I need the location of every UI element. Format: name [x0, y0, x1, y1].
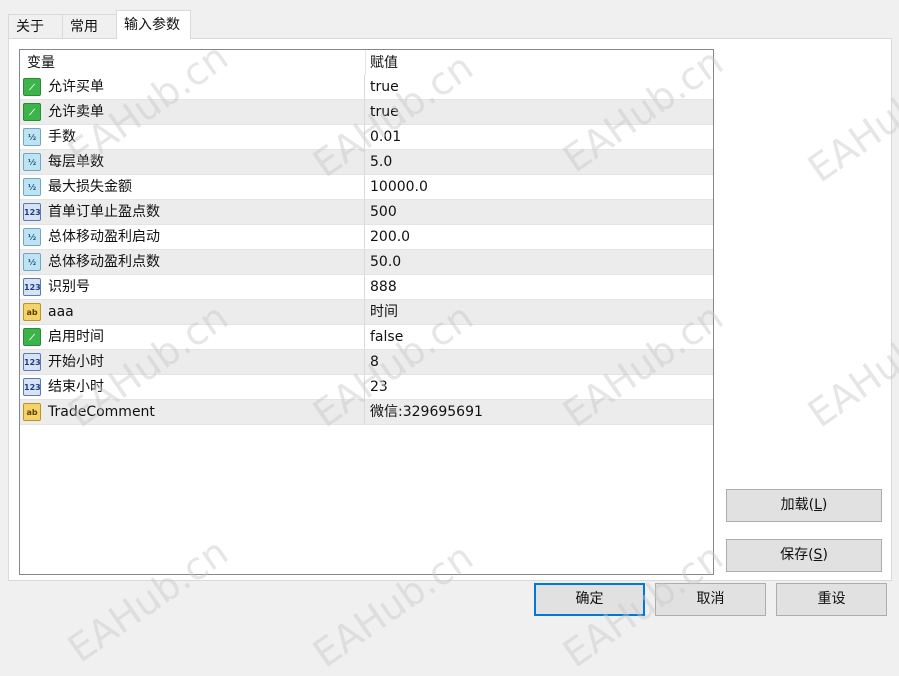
parameter-value[interactable]: 50.0 [370, 250, 401, 274]
parameter-row[interactable]: ab TradeComment 微信:329695691 [20, 400, 713, 425]
int-icon: 123 [23, 378, 41, 396]
string-icon: ab [23, 303, 41, 321]
int-icon: 123 [23, 278, 41, 296]
parameter-name-cell: ½ 手数 [20, 125, 365, 149]
string-icon: ab [23, 403, 41, 421]
parameter-name: 手数 [48, 129, 76, 145]
load-button-label-end: ) [821, 497, 828, 513]
column-divider[interactable] [365, 50, 366, 75]
double-icon: ½ [23, 128, 41, 146]
parameters-grid[interactable]: 变量 赋值 ⟋ 允许买单 true ⟋ 允许卖单 true ½ 手数 0.01 ½ 每层单数 5.0 ½… [19, 49, 714, 575]
bool-icon: ⟋ [23, 103, 41, 121]
parameter-name: 总体移动盈利启动 [48, 229, 160, 245]
parameter-value[interactable]: 时间 [370, 300, 398, 324]
parameter-value[interactable]: true [370, 100, 399, 124]
cancel-button[interactable]: 取消 [655, 583, 766, 616]
int-icon: 123 [23, 203, 41, 221]
reset-button[interactable]: 重设 [776, 583, 887, 616]
parameter-name: 总体移动盈利点数 [48, 254, 160, 270]
save-button-label-end: ) [822, 547, 828, 563]
save-button-label: 保存( [780, 547, 814, 563]
parameter-name: 结束小时 [48, 379, 104, 395]
double-icon: ½ [23, 153, 41, 171]
parameter-row[interactable]: ½ 手数 0.01 [20, 125, 713, 150]
load-button[interactable]: 加载(L) [726, 489, 882, 522]
parameter-name-cell: 123 开始小时 [20, 350, 365, 374]
parameter-name-cell: ⟋ 允许卖单 [20, 100, 365, 124]
parameter-value[interactable]: 0.01 [370, 125, 401, 149]
parameter-name-cell: 123 识别号 [20, 275, 365, 299]
parameter-value[interactable]: 200.0 [370, 225, 410, 249]
parameter-name: 每层单数 [48, 154, 104, 170]
bool-icon: ⟋ [23, 328, 41, 346]
parameter-name-cell: ab aaa [20, 300, 365, 324]
parameter-name-cell: ½ 总体移动盈利点数 [20, 250, 365, 274]
column-header-variable[interactable]: 变量 [27, 50, 55, 76]
parameter-row[interactable]: ½ 总体移动盈利启动 200.0 [20, 225, 713, 250]
double-icon: ½ [23, 228, 41, 246]
parameter-row[interactable]: ⟋ 启用时间 false [20, 325, 713, 350]
tab-common[interactable]: 常用 [62, 14, 117, 38]
parameter-name: 开始小时 [48, 354, 104, 370]
parameter-name: 最大损失金额 [48, 179, 132, 195]
double-icon: ½ [23, 253, 41, 271]
parameter-row[interactable]: ½ 每层单数 5.0 [20, 150, 713, 175]
parameter-value[interactable]: false [370, 325, 403, 349]
parameter-value[interactable]: true [370, 75, 399, 99]
int-icon: 123 [23, 353, 41, 371]
parameter-name-cell: ½ 总体移动盈利启动 [20, 225, 365, 249]
grid-header: 变量 赋值 [20, 50, 713, 75]
parameter-row[interactable]: ⟋ 允许卖单 true [20, 100, 713, 125]
parameter-name: aaa [48, 304, 74, 320]
tab-about[interactable]: 关于 [8, 14, 63, 38]
parameter-name: 启用时间 [48, 329, 104, 345]
parameter-row[interactable]: 123 开始小时 8 [20, 350, 713, 375]
tab-input-parameters[interactable]: 输入参数 [116, 10, 191, 39]
column-header-value[interactable]: 赋值 [370, 50, 398, 76]
load-button-label: 加载( [780, 497, 815, 513]
save-button[interactable]: 保存(S) [726, 539, 882, 572]
bool-icon: ⟋ [23, 78, 41, 96]
parameter-name: 首单订单止盈点数 [48, 204, 160, 220]
parameter-value[interactable]: 5.0 [370, 150, 392, 174]
parameter-value[interactable]: 8 [370, 350, 379, 374]
ok-button[interactable]: 确定 [534, 583, 645, 616]
parameter-row[interactable]: 123 识别号 888 [20, 275, 713, 300]
parameter-name-cell: ½ 每层单数 [20, 150, 365, 174]
parameter-name: 识别号 [48, 279, 90, 295]
parameter-name-cell: ab TradeComment [20, 400, 365, 424]
parameter-row[interactable]: 123 首单订单止盈点数 500 [20, 200, 713, 225]
parameter-value[interactable]: 10000.0 [370, 175, 428, 199]
parameter-name-cell: 123 首单订单止盈点数 [20, 200, 365, 224]
load-button-hotkey: L [814, 497, 822, 513]
parameter-name-cell: ⟋ 允许买单 [20, 75, 365, 99]
parameter-row[interactable]: ab aaa 时间 [20, 300, 713, 325]
parameter-name: 允许买单 [48, 79, 104, 95]
parameter-row[interactable]: ½ 总体移动盈利点数 50.0 [20, 250, 713, 275]
parameter-name-cell: ½ 最大损失金额 [20, 175, 365, 199]
parameter-value[interactable]: 微信:329695691 [370, 400, 483, 424]
double-icon: ½ [23, 178, 41, 196]
parameter-name: 允许卖单 [48, 104, 104, 120]
parameter-row[interactable]: ½ 最大损失金额 10000.0 [20, 175, 713, 200]
parameter-row[interactable]: ⟋ 允许买单 true [20, 75, 713, 100]
parameter-value[interactable]: 888 [370, 275, 397, 299]
parameter-name-cell: 123 结束小时 [20, 375, 365, 399]
parameter-value[interactable]: 23 [370, 375, 388, 399]
parameter-row[interactable]: 123 结束小时 23 [20, 375, 713, 400]
parameter-name-cell: ⟋ 启用时间 [20, 325, 365, 349]
parameter-name: TradeComment [48, 404, 155, 420]
parameter-value[interactable]: 500 [370, 200, 397, 224]
